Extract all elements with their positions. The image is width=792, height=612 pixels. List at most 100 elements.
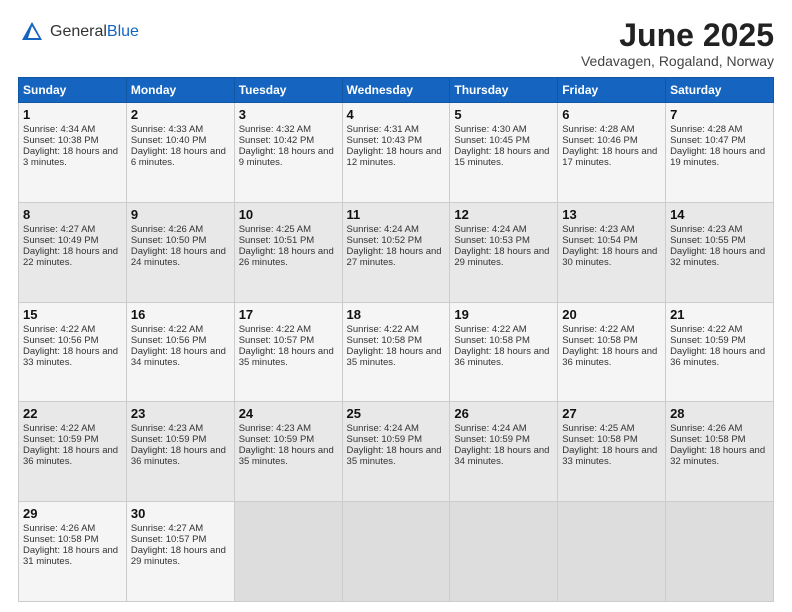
daylight-text: Daylight: 18 hours and 36 minutes. — [562, 346, 657, 368]
day-number: 28 — [670, 406, 769, 421]
sunset-text: Sunset: 10:59 PM — [347, 434, 423, 445]
sunrise-text: Sunrise: 4:24 AM — [347, 224, 419, 235]
sunrise-text: Sunrise: 4:22 AM — [23, 423, 95, 434]
day-number: 12 — [454, 207, 553, 222]
calendar-week-3: 15Sunrise: 4:22 AMSunset: 10:56 PMDaylig… — [19, 302, 774, 402]
sunrise-text: Sunrise: 4:26 AM — [23, 523, 95, 534]
sunset-text: Sunset: 10:58 PM — [23, 534, 99, 545]
day-number: 8 — [23, 207, 122, 222]
calendar-day-14: 14Sunrise: 4:23 AMSunset: 10:55 PMDaylig… — [666, 202, 774, 302]
sunset-text: Sunset: 10:52 PM — [347, 235, 423, 246]
day-number: 6 — [562, 107, 661, 122]
calendar-day-10: 10Sunrise: 4:25 AMSunset: 10:51 PMDaylig… — [234, 202, 342, 302]
sunrise-text: Sunrise: 4:34 AM — [23, 124, 95, 135]
calendar-day-30: 30Sunrise: 4:27 AMSunset: 10:57 PMDaylig… — [126, 502, 234, 602]
calendar-week-2: 8Sunrise: 4:27 AMSunset: 10:49 PMDayligh… — [19, 202, 774, 302]
weekday-header-sunday: Sunday — [19, 78, 127, 103]
calendar-day-11: 11Sunrise: 4:24 AMSunset: 10:52 PMDaylig… — [342, 202, 450, 302]
weekday-header-tuesday: Tuesday — [234, 78, 342, 103]
sunset-text: Sunset: 10:55 PM — [670, 235, 746, 246]
day-number: 21 — [670, 307, 769, 322]
sunset-text: Sunset: 10:58 PM — [562, 335, 638, 346]
day-number: 26 — [454, 406, 553, 421]
sunset-text: Sunset: 10:40 PM — [131, 135, 207, 146]
sunrise-text: Sunrise: 4:28 AM — [562, 124, 634, 135]
page: GeneralBlue June 2025 Vedavagen, Rogalan… — [0, 0, 792, 612]
daylight-text: Daylight: 18 hours and 22 minutes. — [23, 246, 118, 268]
day-number: 13 — [562, 207, 661, 222]
day-number: 14 — [670, 207, 769, 222]
daylight-text: Daylight: 18 hours and 29 minutes. — [131, 545, 226, 567]
day-number: 29 — [23, 506, 122, 521]
calendar-day-25: 25Sunrise: 4:24 AMSunset: 10:59 PMDaylig… — [342, 402, 450, 502]
daylight-text: Daylight: 18 hours and 19 minutes. — [670, 146, 765, 168]
sunrise-text: Sunrise: 4:22 AM — [562, 324, 634, 335]
day-number: 11 — [347, 207, 446, 222]
sunset-text: Sunset: 10:47 PM — [670, 135, 746, 146]
daylight-text: Daylight: 18 hours and 33 minutes. — [23, 346, 118, 368]
day-number: 9 — [131, 207, 230, 222]
daylight-text: Daylight: 18 hours and 32 minutes. — [670, 445, 765, 467]
day-number: 20 — [562, 307, 661, 322]
daylight-text: Daylight: 18 hours and 36 minutes. — [23, 445, 118, 467]
calendar-day-22: 22Sunrise: 4:22 AMSunset: 10:59 PMDaylig… — [19, 402, 127, 502]
calendar-day-empty — [558, 502, 666, 602]
calendar-day-16: 16Sunrise: 4:22 AMSunset: 10:56 PMDaylig… — [126, 302, 234, 402]
weekday-header-thursday: Thursday — [450, 78, 558, 103]
calendar-day-13: 13Sunrise: 4:23 AMSunset: 10:54 PMDaylig… — [558, 202, 666, 302]
sunrise-text: Sunrise: 4:22 AM — [23, 324, 95, 335]
calendar-week-5: 29 Sunrise: 4:26 AMSunset: 10:58 PM Daylig… — [19, 502, 774, 602]
daylight-text: Daylight: 18 hours and 12 minutes. — [347, 146, 442, 168]
sunset-text: Sunset: 10:45 PM — [454, 135, 530, 146]
day-number: 23 — [131, 406, 230, 421]
calendar-day-9: 9Sunrise: 4:26 AMSunset: 10:50 PMDayligh… — [126, 202, 234, 302]
sunset-text: Sunset: 10:57 PM — [239, 335, 315, 346]
weekday-header-friday: Friday — [558, 78, 666, 103]
day-number: 1 — [23, 107, 122, 122]
sunrise-text: Sunrise: 4:28 AM — [670, 124, 742, 135]
sunrise-text: Sunrise: 4:24 AM — [454, 224, 526, 235]
sunset-text: Sunset: 10:59 PM — [23, 434, 99, 445]
logo-blue: Blue — [107, 23, 139, 40]
sunset-text: Sunset: 10:43 PM — [347, 135, 423, 146]
sunrise-text: Sunrise: 4:22 AM — [347, 324, 419, 335]
calendar-day-26: 26Sunrise: 4:24 AMSunset: 10:59 PMDaylig… — [450, 402, 558, 502]
day-number: 24 — [239, 406, 338, 421]
sunrise-text: Sunrise: 4:22 AM — [239, 324, 311, 335]
sunrise-text: Sunrise: 4:31 AM — [347, 124, 419, 135]
calendar-day-5: 5Sunrise: 4:30 AMSunset: 10:45 PMDayligh… — [450, 103, 558, 203]
sunset-text: Sunset: 10:38 PM — [23, 135, 99, 146]
daylight-text: Daylight: 18 hours and 6 minutes. — [131, 146, 226, 168]
calendar: SundayMondayTuesdayWednesdayThursdayFrid… — [18, 77, 774, 602]
day-number: 3 — [239, 107, 338, 122]
daylight-text: Daylight: 18 hours and 36 minutes. — [454, 346, 549, 368]
sunset-text: Sunset: 10:53 PM — [454, 235, 530, 246]
weekday-header-saturday: Saturday — [666, 78, 774, 103]
sunrise-text: Sunrise: 4:23 AM — [131, 423, 203, 434]
daylight-text: Daylight: 18 hours and 35 minutes. — [239, 346, 334, 368]
day-number: 15 — [23, 307, 122, 322]
calendar-day-4: 4 Sunrise: 4:31 AMSunset: 10:43 PMDayligh… — [342, 103, 450, 203]
sunrise-text: Sunrise: 4:32 AM — [239, 124, 311, 135]
sunset-text: Sunset: 10:56 PM — [23, 335, 99, 346]
daylight-text: Daylight: 18 hours and 33 minutes. — [562, 445, 657, 467]
calendar-week-4: 22Sunrise: 4:22 AMSunset: 10:59 PMDaylig… — [19, 402, 774, 502]
day-number: 4 — [347, 107, 446, 122]
calendar-day-12: 12Sunrise: 4:24 AMSunset: 10:53 PMDaylig… — [450, 202, 558, 302]
sunrise-text: Sunrise: 4:22 AM — [670, 324, 742, 335]
sunset-text: Sunset: 10:59 PM — [239, 434, 315, 445]
location: Vedavagen, Rogaland, Norway — [581, 53, 774, 69]
weekday-header-monday: Monday — [126, 78, 234, 103]
calendar-day-28: 28Sunrise: 4:26 AMSunset: 10:58 PMDaylig… — [666, 402, 774, 502]
daylight-text: Daylight: 18 hours and 35 minutes. — [239, 445, 334, 467]
month-title: June 2025 — [581, 18, 774, 53]
sunset-text: Sunset: 10:57 PM — [131, 534, 207, 545]
logo: GeneralBlue — [18, 18, 139, 46]
calendar-day-empty — [342, 502, 450, 602]
day-number: 18 — [347, 307, 446, 322]
calendar-day-23: 23Sunrise: 4:23 AMSunset: 10:59 PMDaylig… — [126, 402, 234, 502]
daylight-text: Daylight: 18 hours and 30 minutes. — [562, 246, 657, 268]
sunrise-text: Sunrise: 4:23 AM — [670, 224, 742, 235]
daylight-text: Daylight: 18 hours and 36 minutes. — [131, 445, 226, 467]
logo-text: GeneralBlue — [50, 23, 139, 41]
